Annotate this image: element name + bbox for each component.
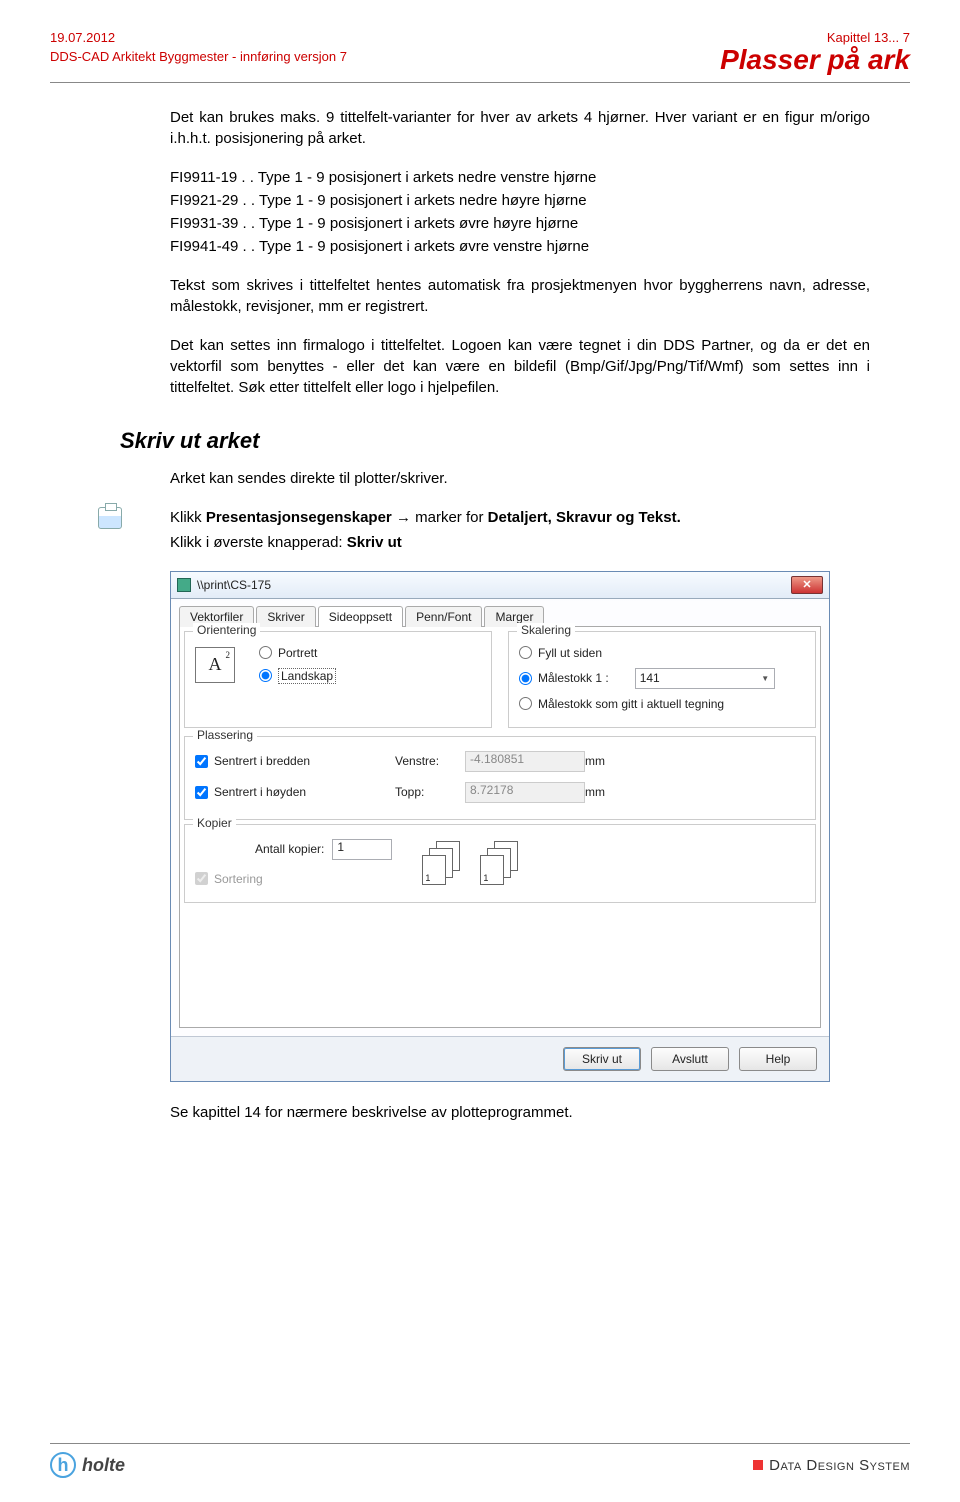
- tab-strip: Vektorfiler Skriver Sideoppsett Penn/Fon…: [171, 599, 829, 626]
- radio-scale[interactable]: Målestokk 1 : 141 ▼: [519, 668, 805, 689]
- dialog-titlebar: \\print\CS-175 ✕: [171, 572, 829, 599]
- code-list: FI9911-19 . . Type 1 - 9 posisjonert i a…: [170, 167, 870, 257]
- input-left: -4.180851: [465, 751, 585, 772]
- code-row: FI9911-19 . . Type 1 - 9 posisjonert i a…: [170, 167, 870, 188]
- radio-as-drawing[interactable]: Målestokk som gitt i aktuell tegning: [519, 697, 805, 711]
- orientation-preview: A2: [195, 647, 235, 683]
- radio-portrait[interactable]: Portrett: [259, 646, 336, 660]
- check-sort[interactable]: Sortering: [195, 872, 392, 886]
- print-button[interactable]: Skriv ut: [563, 1047, 641, 1071]
- cancel-button[interactable]: Avslutt: [651, 1047, 729, 1071]
- scale-combo[interactable]: 141 ▼: [635, 668, 775, 689]
- group-orientation: Orientering A2 Portrett Landskap: [184, 631, 492, 728]
- check-center-height[interactable]: Sentrert i høyden: [195, 785, 395, 799]
- radio-landscape[interactable]: Landskap: [259, 668, 336, 684]
- print-instruction-1: Klikk Presentasjonsegenskaper → marker f…: [170, 507, 870, 528]
- dds-logo: Data Design System: [753, 1457, 910, 1474]
- input-copy-count[interactable]: 1: [332, 839, 392, 860]
- radio-fill-page[interactable]: Fyll ut siden: [519, 646, 805, 660]
- code-row: FI9941-49 . . Type 1 - 9 posisjonert i a…: [170, 236, 870, 257]
- header-title: Plasser på ark: [720, 45, 910, 76]
- paragraph-auto: Tekst som skrives i tittelfeltet hentes …: [170, 275, 870, 317]
- unit-mm: mm: [585, 754, 615, 768]
- dialog-title: \\print\CS-175: [197, 578, 271, 592]
- legend-scaling: Skalering: [517, 623, 575, 637]
- legend-orientation: Orientering: [193, 623, 260, 637]
- holte-mark-icon: h: [50, 1452, 76, 1478]
- code-row: FI9931-39 . . Type 1 - 9 posisjonert i a…: [170, 213, 870, 234]
- code-row: FI9921-29 . . Type 1 - 9 posisjonert i a…: [170, 190, 870, 211]
- dialog-button-bar: Skriv ut Avslutt Help: [171, 1036, 829, 1081]
- label-left: Venstre:: [395, 754, 465, 768]
- label-copy-count: Antall kopier:: [255, 842, 324, 856]
- unit-mm: mm: [585, 785, 615, 799]
- check-center-width[interactable]: Sentrert i bredden: [195, 754, 395, 768]
- label-top: Topp:: [395, 785, 465, 799]
- legend-placement: Plassering: [193, 728, 257, 742]
- chevron-down-icon: ▼: [757, 669, 774, 688]
- header-subtitle: DDS-CAD Arkitekt Byggmester - innføring …: [50, 49, 347, 64]
- print-line1: Arket kan sendes direkte til plotter/skr…: [170, 468, 870, 489]
- footer-rule: [50, 1443, 910, 1444]
- close-button[interactable]: ✕: [791, 576, 823, 594]
- collate-illustration: 3 2 1 1 1 1: [422, 841, 522, 883]
- printer-icon: [98, 507, 122, 529]
- closing-paragraph: Se kapittel 14 for nærmere beskrivelse a…: [170, 1102, 870, 1123]
- paragraph-logo: Det kan settes inn firmalogo i tittelfel…: [170, 335, 870, 398]
- print-instruction-2: Klikk i øverste knapperad: Skriv ut: [170, 532, 870, 553]
- page-header: 19.07.2012 DDS-CAD Arkitekt Byggmester -…: [50, 30, 910, 76]
- holte-logo: h holte: [50, 1452, 125, 1478]
- tab-sideoppsett[interactable]: Sideoppsett: [318, 606, 403, 627]
- dds-square-icon: [753, 1460, 763, 1470]
- section-title-print: Skriv ut arket: [120, 428, 910, 454]
- app-icon: [177, 578, 191, 592]
- group-placement: Plassering Sentrert i bredden Venstre: -…: [184, 736, 816, 820]
- input-top: 8.72178: [465, 782, 585, 803]
- paragraph-intro: Det kan brukes maks. 9 tittelfelt-varian…: [170, 107, 870, 149]
- help-button[interactable]: Help: [739, 1047, 817, 1071]
- group-copies: Kopier Antall kopier: 1 Sortering: [184, 824, 816, 903]
- header-chapter: Kapittel 13... 7: [720, 30, 910, 45]
- header-rule: [50, 82, 910, 83]
- group-scaling: Skalering Fyll ut siden Målestokk 1 : 14…: [508, 631, 816, 728]
- tab-pennfont[interactable]: Penn/Font: [405, 606, 482, 627]
- print-dialog: \\print\CS-175 ✕ Vektorfiler Skriver Sid…: [170, 571, 830, 1082]
- page-footer: h holte Data Design System: [50, 1443, 910, 1478]
- legend-copies: Kopier: [193, 816, 236, 830]
- header-date: 19.07.2012: [50, 30, 347, 45]
- tab-skriver[interactable]: Skriver: [256, 606, 315, 627]
